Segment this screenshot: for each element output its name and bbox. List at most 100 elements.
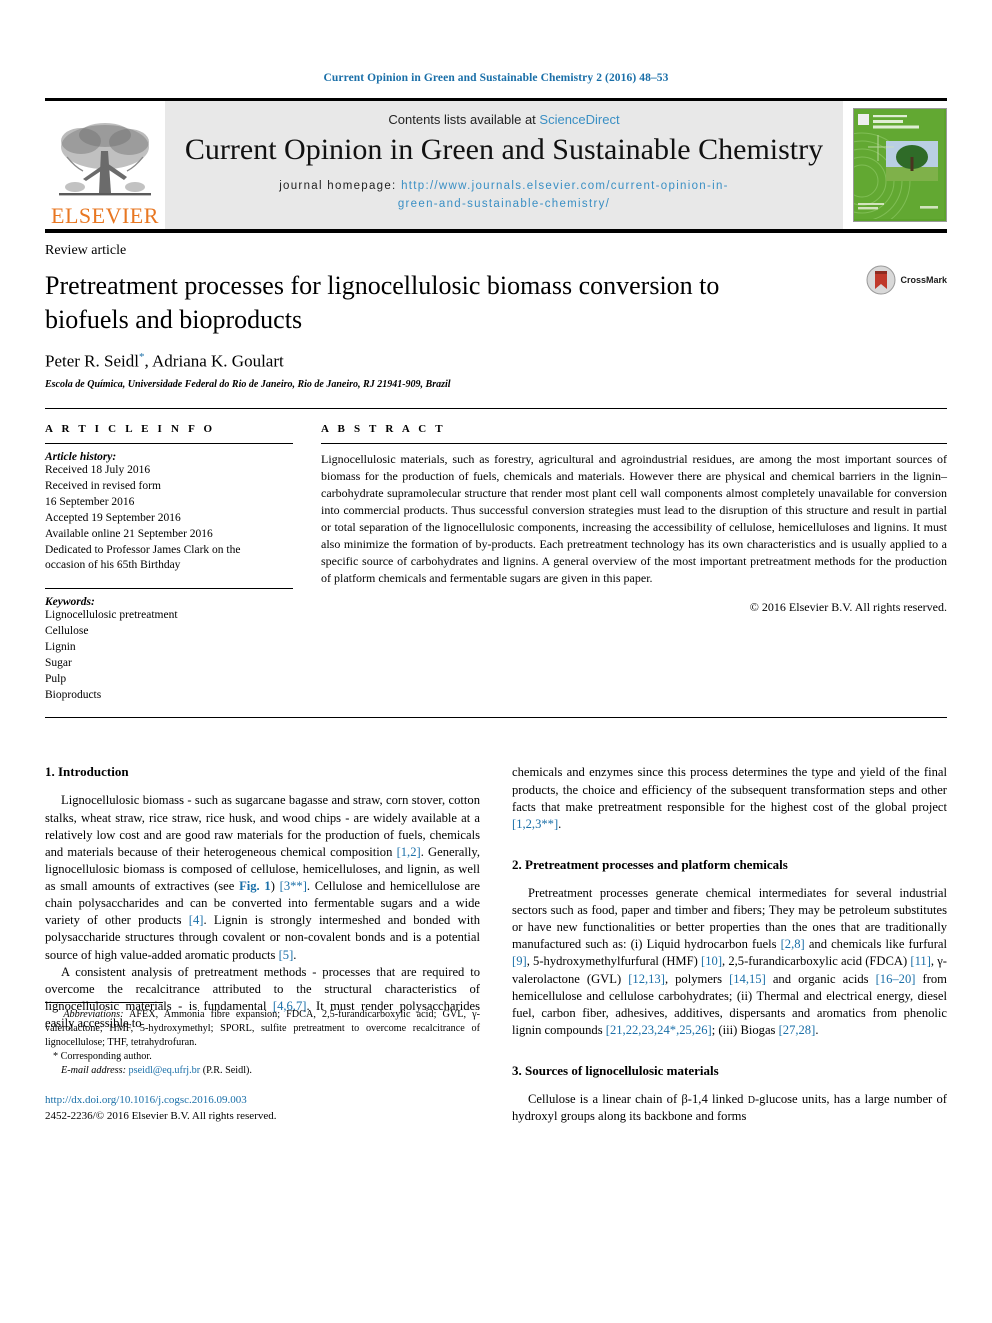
crossmark-label: CrossMark — [900, 275, 947, 285]
keywords-label: Keywords: — [45, 596, 95, 609]
elsevier-logo: ELSEVIER — [45, 101, 165, 229]
text-run: chemicals and enzymes since this process… — [512, 765, 947, 814]
homepage-url-line1[interactable]: http://www.journals.elsevier.com/current… — [401, 180, 729, 192]
history-item: Accepted 19 September 2016 — [45, 511, 181, 524]
corresponding-author-note: * Corresponding author. — [53, 1050, 152, 1062]
author-separator: , — [144, 351, 153, 371]
homepage-label: journal homepage: — [279, 180, 397, 193]
author-1: Peter R. Seidl — [45, 351, 139, 371]
email-note: E-mail address: pseidl@eq.ufrj.br (P.R. … — [45, 1064, 480, 1078]
abstract-rule — [321, 443, 947, 445]
keyword-item: Pulp — [45, 672, 67, 685]
info-abstract-region: A R T I C L E I N F O Article history: R… — [45, 408, 947, 703]
citation-ref[interactable]: [14,15] — [729, 972, 766, 986]
doi-link[interactable]: http://dx.doi.org/10.1016/j.cogsc.2016.0… — [45, 1093, 480, 1109]
footnote-block: Abbreviations: AFEX, Ammonia fibre expan… — [45, 1002, 480, 1125]
text-run: ) — [270, 879, 280, 894]
paragraph-section2-1: Pretreatment processes generate chemical… — [512, 885, 947, 1039]
author-affiliation: Escola de Química, Universidade Federal … — [45, 379, 451, 391]
text-run: Cellulose is a linear chain of β-1,4 lin… — [528, 1092, 748, 1107]
paragraph-section3-1: Cellulose is a linear chain of β-1,4 lin… — [512, 1091, 947, 1125]
doi-block: http://dx.doi.org/10.1016/j.cogsc.2016.0… — [45, 1093, 480, 1125]
abbreviations-note: Abbreviations: AFEX, Ammonia fibre expan… — [45, 1008, 480, 1050]
history-item: Available online 21 September 2016 — [45, 527, 213, 540]
figure-link[interactable]: Fig. 1 — [239, 879, 271, 893]
page-title: Pretreatment processes for lignocellulos… — [45, 271, 720, 334]
text-run: , polymers — [664, 971, 730, 986]
article-info-column: A R T I C L E I N F O Article history: R… — [45, 423, 293, 703]
smallcap-d: D — [747, 1095, 755, 1107]
homepage-url-line2[interactable]: green-and-sustainable-chemistry/ — [398, 198, 610, 210]
sciencedirect-link[interactable]: ScienceDirect — [539, 112, 619, 127]
section-heading-sources: 3. Sources of lignocellulosic materials — [512, 1063, 719, 1079]
article-history-label: Article history: — [45, 451, 117, 464]
contents-lists-line: Contents lists available at ScienceDirec… — [388, 112, 619, 127]
journal-cover-thumbnail — [853, 108, 947, 222]
email-link[interactable]: pseidl@eq.ufrj.br — [129, 1065, 201, 1076]
citation-ref[interactable]: [1,2] — [397, 845, 421, 859]
paragraph-intro-1: Lignocellulosic biomass - such as sugarc… — [45, 792, 480, 963]
history-item: Received 18 July 2016 — [45, 464, 151, 477]
abbreviations-label: Abbreviations: — [63, 1009, 124, 1021]
journal-homepage-line: journal homepage: http://www.journals.el… — [279, 178, 729, 214]
abstract-bottom-rule — [45, 717, 947, 719]
text-run: , 5-hydroxymethylfurfural (HMF) — [526, 954, 702, 969]
crossmark-badge[interactable]: CrossMark — [866, 265, 947, 295]
body-column-left: 1. Introduction Lignocellulosic biomass … — [45, 764, 480, 1125]
journal-article-page: Current Opinion in Green and Sustainable… — [0, 0, 992, 1323]
title-block: Review article Pretreatment processes fo… — [45, 243, 947, 390]
history-item: 16 September 2016 — [45, 495, 135, 508]
masthead-bottom-rule — [45, 229, 947, 233]
citation-ref[interactable]: [27,28] — [779, 1023, 816, 1037]
citation-ref[interactable]: [4] — [189, 913, 204, 927]
author-2: Adriana K. Goulart — [152, 351, 284, 371]
citation-ref[interactable]: [5] — [279, 948, 294, 962]
section-heading-introduction: 1. Introduction — [45, 764, 129, 780]
citation-ref[interactable]: [12,13] — [628, 972, 665, 986]
article-info-heading: A R T I C L E I N F O — [45, 423, 216, 436]
keywords-block: Keywords: Lignocellulosic pretreatment C… — [45, 588, 293, 703]
masthead-center-panel: Contents lists available at ScienceDirec… — [165, 101, 843, 229]
crossmark-icon — [866, 265, 896, 295]
email-suffix: (P.R. Seidl). — [200, 1064, 252, 1076]
citation-ref[interactable]: [3**] — [280, 879, 307, 893]
email-label: E-mail address: — [61, 1064, 126, 1076]
contents-prefix: Contents lists available at — [388, 112, 540, 128]
paragraph-intro-2-cont: chemicals and enzymes since this process… — [512, 764, 947, 833]
cover-artwork — [854, 109, 944, 221]
keyword-item: Bioproducts — [45, 688, 102, 701]
journal-masthead: ELSEVIER Contents lists available at Sci… — [45, 98, 947, 229]
citation-ref[interactable]: [21,22,23,24*,25,26] — [606, 1023, 712, 1037]
elsevier-wordmark: ELSEVIER — [51, 203, 159, 228]
abstract-column: A B S T R A C T Lignocellulosic material… — [321, 423, 947, 703]
keyword-item: Lignocellulosic pretreatment — [45, 609, 178, 622]
section-heading-pretreatment-processes: 2. Pretreatment processes and platform c… — [512, 856, 788, 872]
text-run: . — [815, 1022, 819, 1037]
citation-ref[interactable]: [2,8] — [781, 937, 805, 951]
citation-ref[interactable]: [16–20] — [876, 972, 916, 986]
citation-ref[interactable]: [11] — [910, 954, 931, 968]
text-run: and chemicals like furfural — [804, 937, 947, 952]
text-run: and organic acids — [765, 971, 876, 986]
citation-ref[interactable]: [9] — [512, 954, 527, 968]
history-item: occasion of his 65th Birthday — [45, 559, 181, 572]
abstract-copyright: © 2016 Elsevier B.V. All rights reserved… — [749, 599, 947, 614]
article-type-kicker: Review article — [45, 243, 127, 258]
keywords-rule — [45, 588, 293, 590]
journal-title: Current Opinion in Green and Sustainable… — [184, 133, 824, 167]
keyword-item: Cellulose — [45, 625, 89, 638]
keyword-item: Sugar — [45, 656, 72, 669]
running-head: Current Opinion in Green and Sustainable… — [323, 72, 669, 84]
author-list: Peter R. Seidl*, Adriana K. Goulart — [45, 351, 947, 372]
abstract-heading: A B S T R A C T — [321, 423, 446, 436]
citation-ref[interactable]: [1,2,3**] — [512, 817, 558, 831]
text-run: , 2,5-furandicarboxylic acid (FDCA) — [722, 954, 911, 969]
body-column-right: chemicals and enzymes since this process… — [512, 764, 947, 1125]
article-info-rule — [45, 443, 293, 445]
text-run: . — [293, 947, 297, 962]
issn-copyright-line: 2452-2236/© 2016 Elsevier B.V. All right… — [45, 1110, 277, 1123]
article-body: 1. Introduction Lignocellulosic biomass … — [45, 764, 947, 1125]
keyword-item: Lignin — [45, 640, 76, 653]
abstract-text: Lignocellulosic materials, such as fores… — [321, 452, 947, 586]
citation-ref[interactable]: [10] — [701, 954, 722, 968]
